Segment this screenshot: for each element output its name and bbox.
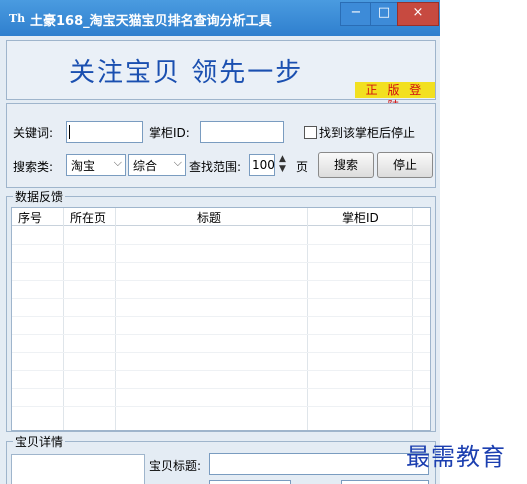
- feedback-group: 数据反馈 序号 所在页 标题 掌柜ID: [6, 188, 436, 432]
- platform-select[interactable]: 淘宝 ⌵: [66, 154, 126, 176]
- close-icon: ×: [412, 5, 424, 20]
- range-label: 查找范围:: [189, 160, 242, 174]
- row-divider: [12, 316, 430, 317]
- minimize-button[interactable]: −: [340, 2, 372, 26]
- search-button[interactable]: 搜索: [318, 152, 374, 178]
- maximize-icon: □: [377, 5, 391, 20]
- detail-group-title: 宝贝详情: [13, 433, 66, 450]
- col-header-index[interactable]: 序号: [18, 209, 42, 226]
- search-type-label: 搜索类:: [13, 160, 54, 174]
- row-divider: [12, 298, 430, 299]
- table-header: 序号 所在页 标题 掌柜ID: [12, 208, 430, 226]
- range-stepper[interactable]: ▲ ▼: [279, 154, 286, 174]
- column-divider: [63, 208, 64, 430]
- col-header-shop-id[interactable]: 掌柜ID: [342, 209, 379, 226]
- window-title: 土豪168_淘宝天猫宝贝排名查询分析工具: [30, 14, 272, 29]
- row-divider: [12, 388, 430, 389]
- minimize-icon: −: [350, 5, 362, 20]
- sort-select[interactable]: 综合 ⌵: [128, 154, 186, 176]
- text-cursor: [69, 125, 70, 139]
- row-divider: [12, 244, 430, 245]
- detail-group: 宝贝详情 宝贝标题:: [6, 433, 436, 484]
- range-input[interactable]: 100: [249, 154, 275, 176]
- item-title-label: 宝贝标题:: [149, 459, 202, 473]
- login-button[interactable]: 正 版 登 陆: [355, 82, 435, 113]
- chevron-down-icon: ⌵: [113, 156, 122, 169]
- keyword-label: 关键词:: [13, 126, 54, 140]
- stop-button[interactable]: 停止: [377, 152, 433, 178]
- row-divider: [12, 334, 430, 335]
- detail-image-box: [11, 454, 145, 484]
- keyword-input[interactable]: [66, 121, 143, 143]
- column-divider: [412, 208, 413, 430]
- page-unit-label: 页: [296, 160, 309, 174]
- banner: 关注宝贝 领先一步 正 版 登 陆: [6, 40, 436, 113]
- row-divider: [12, 262, 430, 263]
- range-value: 100: [252, 158, 275, 172]
- feedback-group-title: 数据反馈: [13, 188, 66, 205]
- column-divider: [307, 208, 308, 430]
- row-divider: [12, 352, 430, 353]
- stop-on-found-label[interactable]: 找到该掌柜后停止: [319, 124, 415, 141]
- shop-id-label: 掌柜ID:: [149, 126, 190, 140]
- chevron-down-icon: ⌵: [173, 156, 182, 169]
- stop-on-found-checkbox[interactable]: [304, 126, 317, 139]
- row-divider: [12, 280, 430, 281]
- title-bar[interactable]: Th 土豪168_淘宝天猫宝贝排名查询分析工具 − □ ×: [0, 0, 440, 36]
- column-divider: [115, 208, 116, 430]
- sort-value: 综合: [133, 159, 158, 173]
- platform-value: 淘宝: [71, 159, 96, 173]
- close-button[interactable]: ×: [397, 2, 439, 26]
- slogan: 关注宝贝 领先一步: [69, 58, 304, 88]
- col-header-title[interactable]: 标题: [197, 209, 221, 226]
- row-divider: [12, 406, 430, 407]
- app-logo-icon: Th: [9, 12, 26, 25]
- spin-up-icon[interactable]: ▲: [279, 154, 286, 164]
- detail-field[interactable]: [209, 480, 291, 484]
- watermark: 最需教育: [406, 443, 506, 471]
- results-table[interactable]: 序号 所在页 标题 掌柜ID: [11, 207, 431, 431]
- shop-id-input[interactable]: [200, 121, 284, 143]
- app-window: Th 土豪168_淘宝天猫宝贝排名查询分析工具 − □ × 关注宝贝 领先一步 …: [0, 0, 440, 484]
- row-divider: [12, 370, 430, 371]
- detail-field[interactable]: [341, 480, 429, 484]
- item-title-field[interactable]: [209, 453, 429, 475]
- search-form: 关键词: 掌柜ID: 找到该掌柜后停止 搜索类: 淘宝 ⌵ 综合 ⌵ 查找范围:…: [6, 103, 436, 188]
- spin-down-icon[interactable]: ▼: [279, 164, 286, 174]
- col-header-page[interactable]: 所在页: [70, 209, 106, 226]
- maximize-button[interactable]: □: [370, 2, 398, 26]
